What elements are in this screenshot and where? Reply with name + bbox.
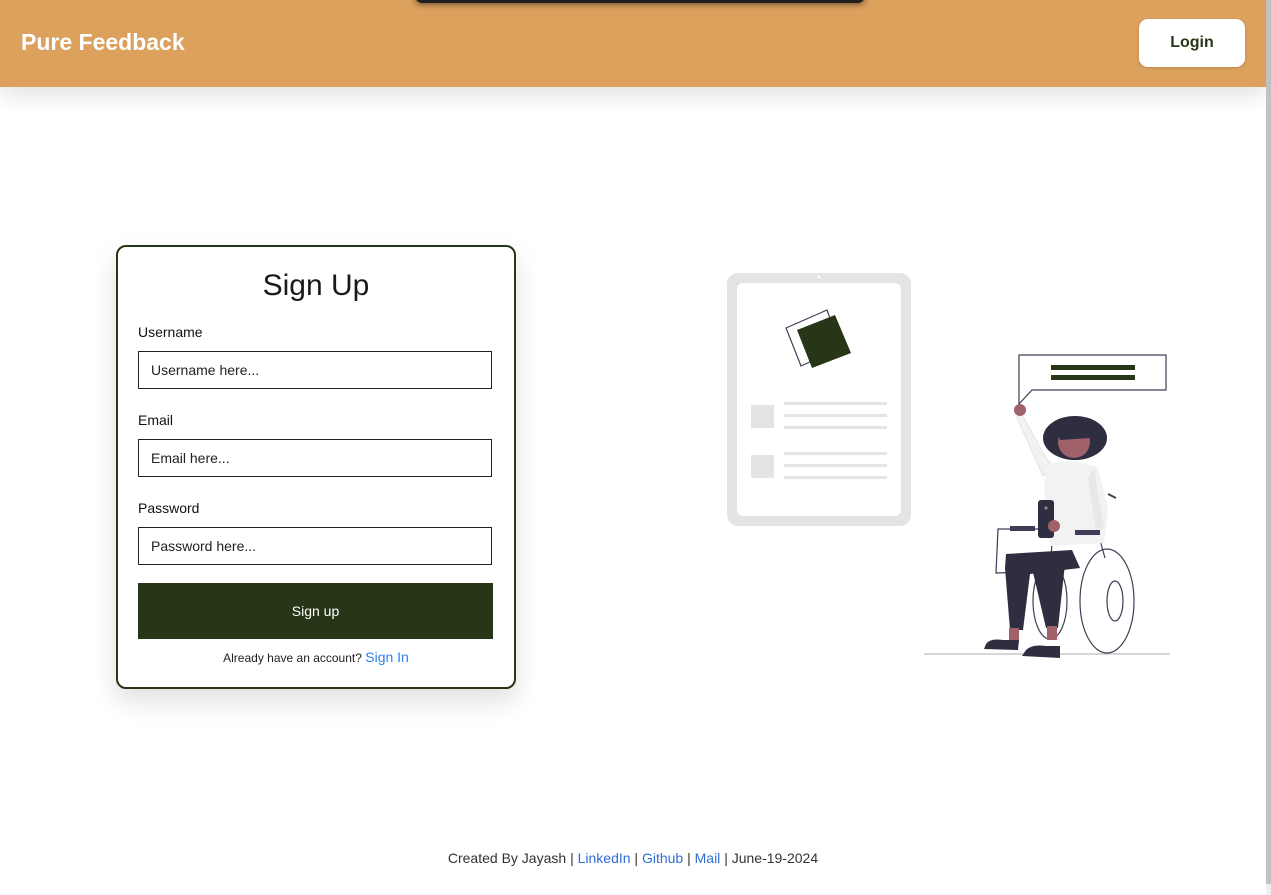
mail-link[interactable]: Mail	[695, 850, 721, 866]
username-input[interactable]	[138, 351, 492, 389]
github-link[interactable]: Github	[642, 850, 683, 866]
top-navbar: Pure Feedback Login	[0, 0, 1266, 87]
footer: Created By Jayash | LinkedIn | Github | …	[0, 850, 1266, 866]
signup-button[interactable]: Sign up	[138, 583, 493, 639]
email-label: Email	[138, 412, 174, 428]
footer-separator: |	[724, 850, 728, 866]
signin-link[interactable]: Sign In	[365, 649, 409, 665]
tablet-icon	[727, 273, 911, 526]
signup-card: Sign Up Username Email Password Sign up …	[116, 245, 516, 689]
login-button[interactable]: Login	[1139, 19, 1245, 67]
speech-bubble-icon	[1018, 354, 1167, 406]
footer-separator: |	[570, 850, 574, 866]
brand-logo-text[interactable]: Pure Feedback	[21, 29, 185, 56]
footer-separator: |	[687, 850, 691, 866]
wheelchair-feedback-illustration	[727, 273, 1170, 658]
password-label: Password	[138, 500, 200, 516]
username-label: Username	[138, 324, 203, 340]
footer-credit: Created By Jayash	[447, 850, 567, 866]
footer-separator: |	[634, 850, 639, 866]
linkedin-link[interactable]: LinkedIn	[578, 850, 631, 866]
browser-overlay-bar	[414, 0, 866, 3]
email-input[interactable]	[138, 439, 492, 477]
footer-date: June-19-2024	[731, 850, 819, 866]
signup-title: Sign Up	[262, 269, 370, 302]
signin-row: Already have an account? Sign In	[118, 649, 514, 665]
password-input[interactable]	[138, 527, 492, 565]
signin-prompt: Already have an account?	[223, 651, 362, 665]
scrollbar-thumb[interactable]	[1266, 0, 1271, 884]
person-illustration	[984, 404, 1117, 658]
